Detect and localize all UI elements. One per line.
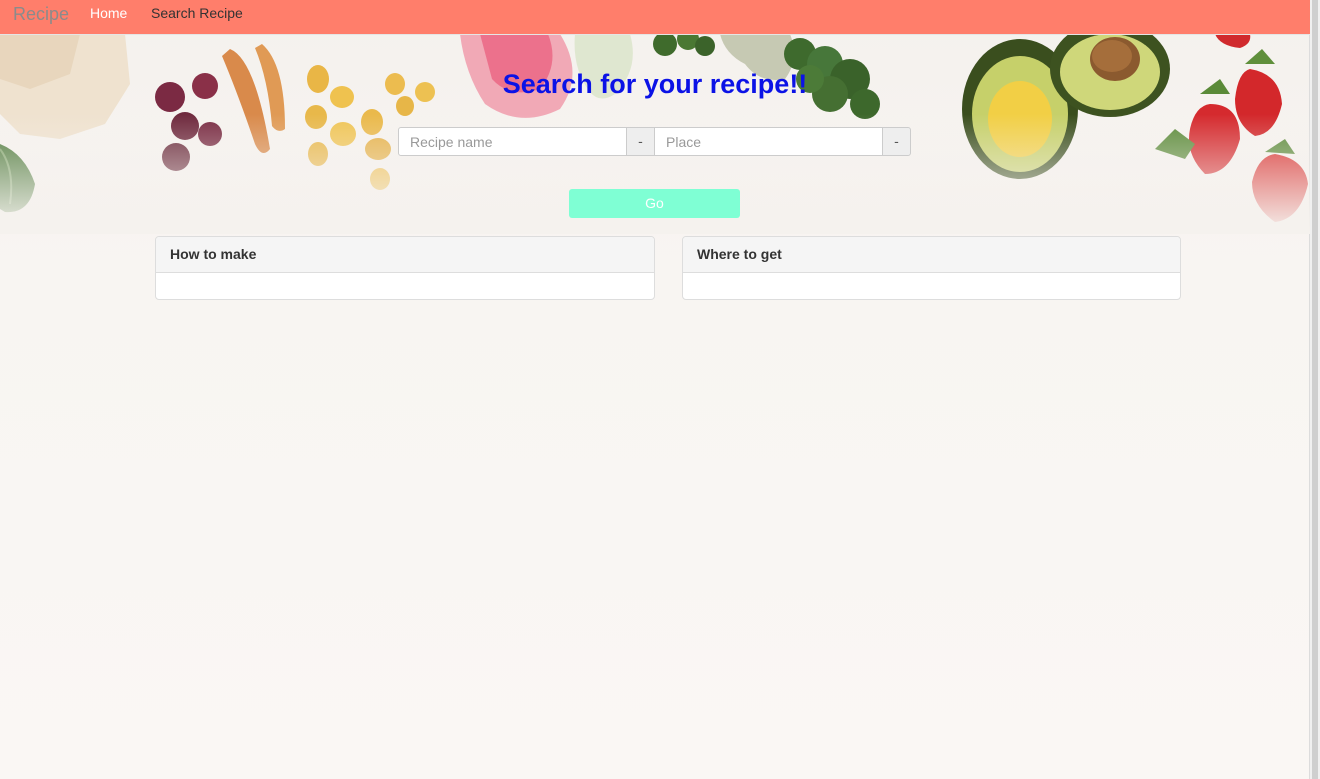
how-to-make-heading: How to make bbox=[156, 237, 654, 273]
place-addon: - bbox=[882, 127, 911, 156]
vertical-scrollbar[interactable] bbox=[1309, 0, 1320, 779]
brand-link[interactable]: Recipe bbox=[13, 4, 69, 25]
place-input[interactable] bbox=[655, 128, 882, 155]
where-to-get-body bbox=[683, 273, 1180, 299]
nav-search-recipe-link[interactable]: Search Recipe bbox=[151, 5, 243, 21]
recipe-name-field-wrapper bbox=[398, 127, 627, 156]
navbar: Recipe Home Search Recipe bbox=[0, 0, 1310, 35]
scrollbar-thumb[interactable] bbox=[1312, 0, 1318, 779]
page: Recipe Home Search Recipe Search for you… bbox=[0, 0, 1310, 779]
go-button[interactable]: Go bbox=[569, 189, 740, 218]
nav-home-link[interactable]: Home bbox=[90, 5, 127, 21]
recipe-name-addon: - bbox=[626, 127, 655, 156]
how-to-make-panel: How to make bbox=[155, 236, 655, 300]
recipe-name-input[interactable] bbox=[399, 128, 626, 155]
place-field-wrapper bbox=[654, 127, 883, 156]
page-title: Search for your recipe!! bbox=[502, 69, 808, 99]
where-to-get-panel: Where to get bbox=[682, 236, 1181, 300]
how-to-make-body bbox=[156, 273, 654, 299]
where-to-get-heading: Where to get bbox=[683, 237, 1180, 273]
